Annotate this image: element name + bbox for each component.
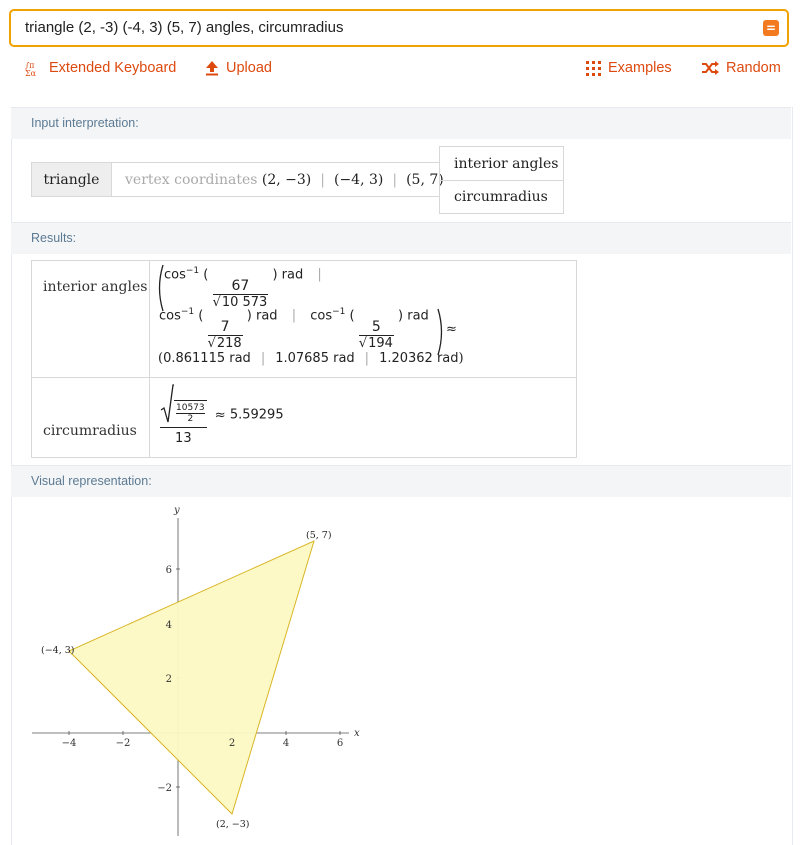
examples-link[interactable]: Examples	[586, 58, 672, 78]
grid-icon	[586, 60, 601, 76]
random-label: Random	[726, 60, 781, 76]
triangle-shape	[68, 540, 315, 815]
interpretation-vertices: vertex coordinates (2, −3) | (−4, 3) | (5, 7…	[112, 162, 444, 197]
random-link[interactable]: Random	[702, 58, 781, 78]
interior-angles-label: interior angles	[43, 279, 148, 295]
x-tick-label: 4	[283, 738, 289, 749]
table-divider	[149, 260, 150, 458]
upload-icon	[206, 61, 218, 76]
vertex-label: (−4, 3)	[41, 645, 75, 656]
x-axis-label: x	[354, 728, 360, 739]
x-tick-label: 2	[229, 738, 235, 749]
search-input[interactable]	[25, 11, 725, 45]
pod-title: Input interpretation:	[31, 116, 139, 130]
pod-title: Visual representation:	[31, 474, 152, 488]
triangle-plot: x y −4 −2 2 4 6 6 4 2 −2 (5, 7) (−4, 3) …	[32, 505, 360, 836]
extended-keyboard-link[interactable]: ∫π Σα Extended Keyboard	[25, 58, 176, 78]
search-bar: =	[9, 9, 789, 47]
visual-representation-header: Visual representation:	[11, 465, 791, 497]
results-header: Results:	[11, 222, 791, 254]
interpretation-property: interior angles	[439, 146, 564, 181]
input-interpretation-header: Input interpretation:	[11, 107, 791, 139]
y-axis-label: y	[173, 505, 180, 516]
y-tick-label: 6	[166, 565, 172, 576]
interpretation-object: triangle	[31, 162, 112, 197]
shuffle-icon	[702, 61, 719, 75]
y-tick-label: 2	[166, 674, 172, 685]
x-tick-label: −2	[116, 738, 131, 749]
upload-label: Upload	[226, 60, 272, 76]
table-divider	[31, 377, 577, 378]
svg-text:Σα: Σα	[25, 69, 37, 77]
interpretation-property: circumradius	[439, 180, 564, 214]
upload-link[interactable]: Upload	[205, 58, 272, 78]
attribute-label: vertex coordinates	[125, 172, 258, 188]
examples-label: Examples	[608, 60, 672, 76]
x-tick-label: −4	[62, 738, 77, 749]
angle-2: cos−1 ( 7 √218 ) rad | cos−1 ( 5 √194 ) …	[159, 307, 429, 352]
y-tick-label: −2	[157, 783, 172, 794]
x-tick-label: 6	[337, 738, 343, 749]
angle-1: cos−1 ( 67 √10 573 ) rad |	[164, 266, 322, 311]
vertex-label: (2, −3)	[216, 819, 250, 830]
vertex-label: (5, 7)	[306, 530, 332, 541]
compute-button[interactable]: =	[763, 20, 779, 36]
pod-title: Results:	[31, 231, 77, 245]
math-keyboard-icon: ∫π Σα	[25, 61, 37, 77]
approx-symbol: ≈	[446, 322, 457, 337]
vertex-1: (2, −3)	[261, 172, 312, 188]
extended-keyboard-label: Extended Keyboard	[49, 60, 177, 76]
circumradius-value: 10573 2 13 ≈ 5.59295	[160, 384, 284, 446]
circumradius-label: circumradius	[43, 423, 137, 439]
y-tick-label: 4	[166, 620, 172, 631]
angle-approximations: (0.861115 rad | 1.07685 rad | 1.20362 rad)	[158, 351, 464, 366]
vertex-2: (−4, 3)	[333, 172, 384, 188]
